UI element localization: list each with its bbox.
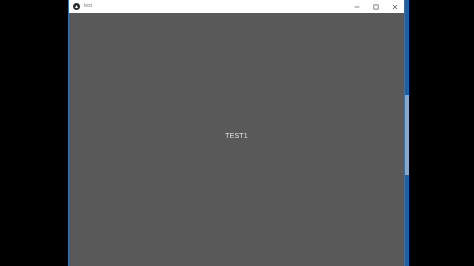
content-area: TEST1: [69, 13, 404, 266]
minimize-icon: [354, 6, 359, 7]
close-icon: [392, 4, 397, 9]
window-title: test: [84, 3, 93, 9]
kivy-logo-icon: [73, 3, 80, 10]
desktop-highlight: [405, 95, 409, 175]
window-controls: [347, 0, 404, 13]
app-window: test TEST1: [68, 0, 405, 266]
center-label: TEST1: [225, 133, 248, 140]
close-button[interactable]: [385, 0, 404, 13]
title-bar[interactable]: test: [69, 0, 404, 13]
maximize-button[interactable]: [366, 0, 385, 13]
minimize-button[interactable]: [347, 0, 366, 13]
screen: test TEST1: [0, 0, 474, 266]
maximize-icon: [373, 4, 378, 9]
